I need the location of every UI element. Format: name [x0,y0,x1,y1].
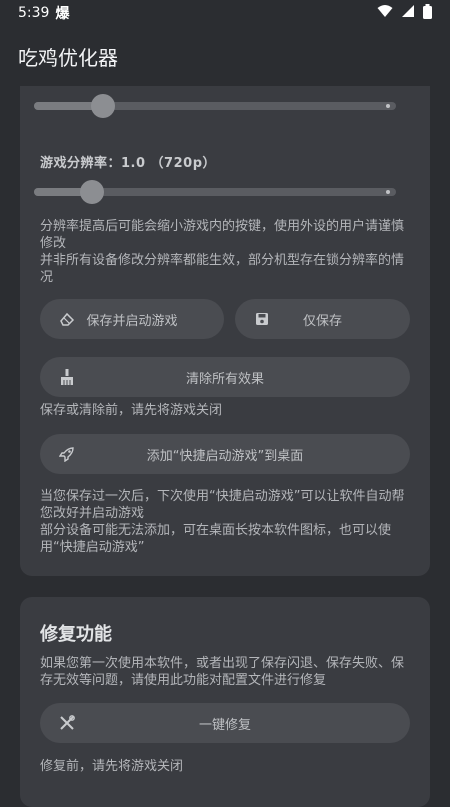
battery-icon [423,3,432,23]
save-icon [253,310,271,328]
notification-icon: 爆 [55,6,70,22]
repair-title: 修复功能 [40,624,112,645]
resolution-slider[interactable] [34,180,396,204]
add-shortcut-label: 添加“快捷启动游戏”到桌面 [146,448,304,464]
save-and-launch-button[interactable]: 保存并启动游戏 [40,299,224,339]
repair-description: 如果您第一次使用本软件，或者出现了保存闪退、保存失败、保存无效等问题，请使用此功… [40,656,405,688]
slider-end-dot [386,190,390,194]
one-click-repair-label: 一键修复 [198,717,251,733]
wifi-icon [377,4,393,22]
broom-icon [58,368,76,386]
slider-thumb[interactable] [79,180,104,204]
slider-top[interactable] [34,94,396,118]
slider-end-dot [386,104,390,108]
save-only-button[interactable]: 仅保存 [235,299,410,339]
app-title: 吃鸡优化器 [18,45,118,70]
save-clear-note: 保存或清除前，请先将游戏关闭 [40,403,223,418]
status-time: 5:39 [18,5,50,21]
add-shortcut-button[interactable]: 添加“快捷启动游戏”到桌面 [40,434,410,474]
slider-thumb[interactable] [90,94,115,118]
rocket-icon [58,445,76,463]
repair-note: 修复前，请先将游戏关闭 [40,759,184,774]
resolution-note: 分辨率提高后可能会缩小游戏内的按键，使用外设的用户请谨慎修改 并非所有设备修改分… [40,219,405,285]
tools-icon [58,714,76,732]
clear-all-label: 清除所有效果 [185,371,264,387]
eraser-icon [58,310,76,328]
one-click-repair-button[interactable]: 一键修复 [40,703,410,743]
shortcut-note: 当您保存过一次后，下次使用“快捷启动游戏”可以让软件自动帮您改好并启动游戏 部分… [40,489,405,555]
clear-all-button[interactable]: 清除所有效果 [40,357,410,397]
app-bar: 吃鸡优化器 [0,26,450,86]
status-bar: 5:39 爆 [0,0,450,26]
resolution-label: 游戏分辨率：1.0 （720p） [40,156,216,171]
signal-icon [401,4,415,22]
